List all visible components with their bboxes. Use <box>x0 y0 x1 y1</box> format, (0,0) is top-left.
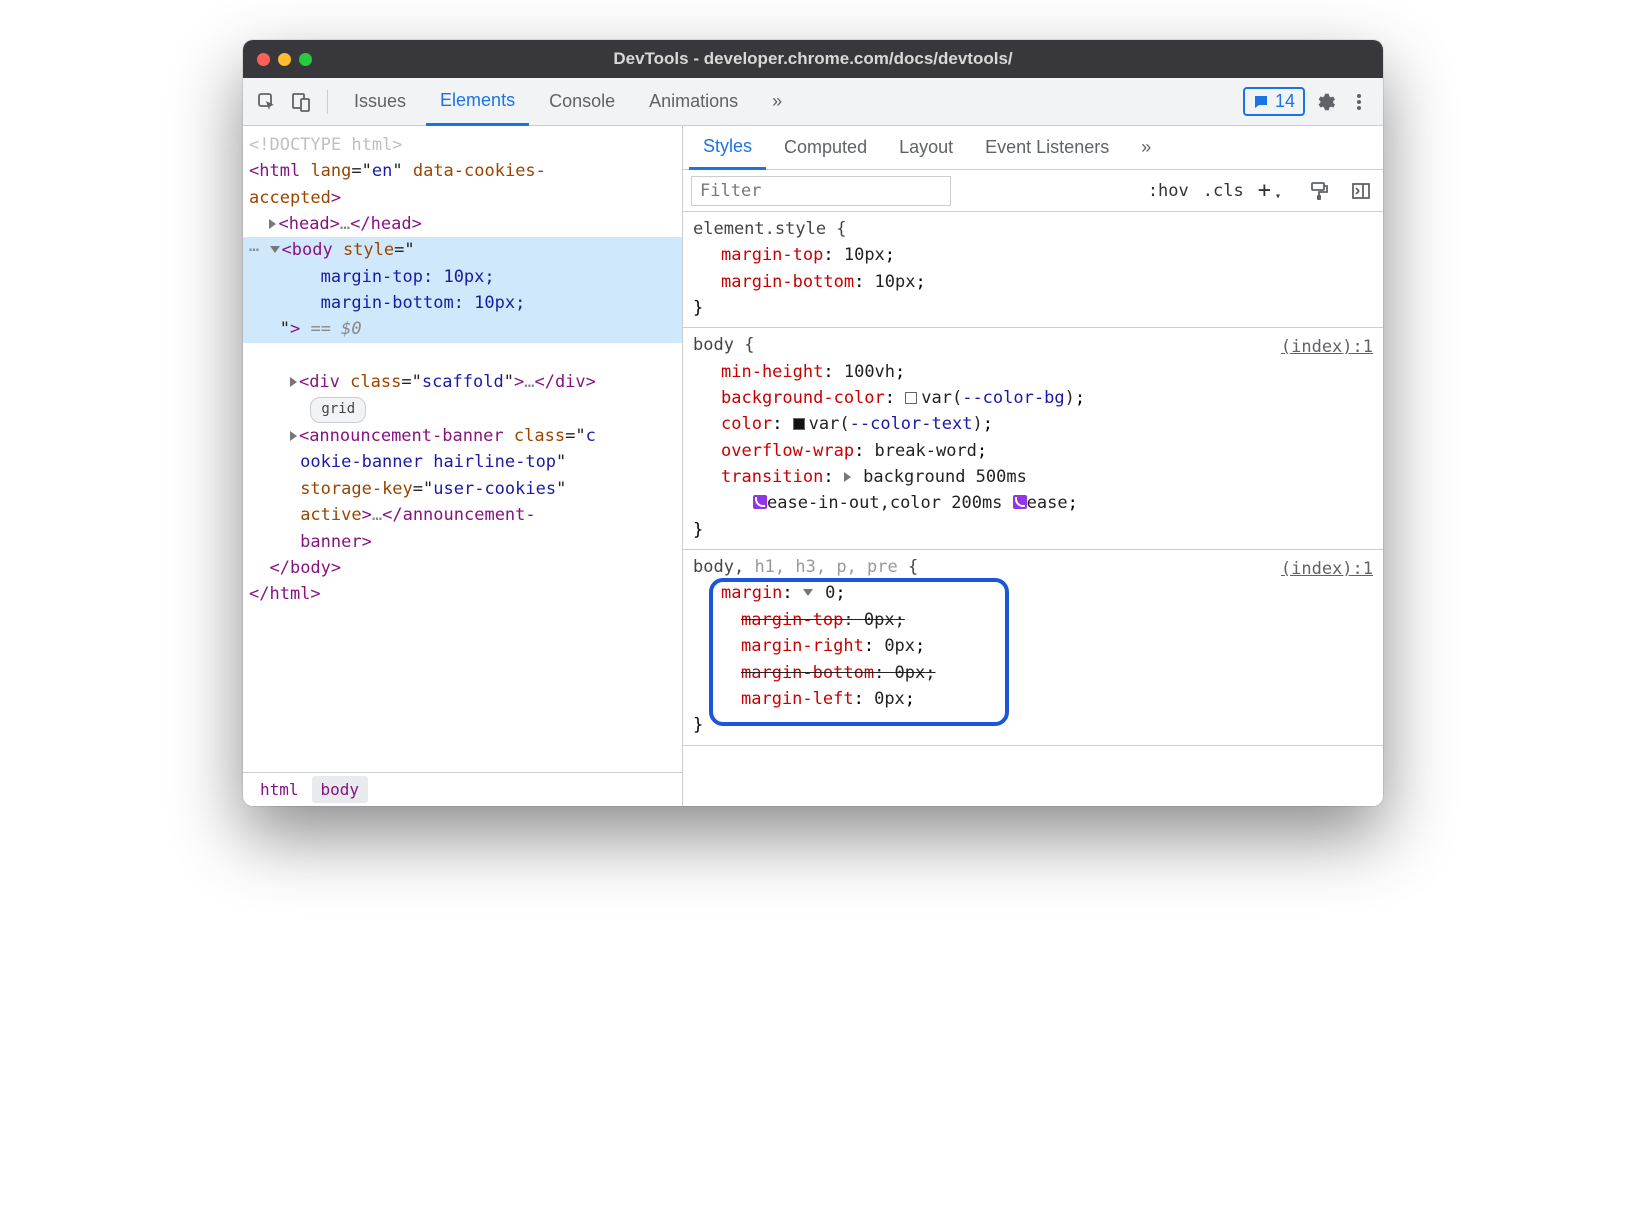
timing-icon[interactable] <box>753 495 767 509</box>
issues-count: 14 <box>1275 91 1295 112</box>
kebab-icon <box>1349 92 1369 112</box>
devtools-window: DevTools - developer.chrome.com/docs/dev… <box>243 40 1383 806</box>
styles-sub-tabs: Styles Computed Layout Event Listeners » <box>683 126 1383 170</box>
subtabs-overflow[interactable]: » <box>1127 126 1165 169</box>
announcement-banner-node[interactable]: <announcement-banner class="c ookie-bann… <box>249 426 596 551</box>
gear-icon <box>1314 91 1336 113</box>
computed-sidebar-toggle-icon[interactable] <box>1347 177 1375 205</box>
subtab-layout[interactable]: Layout <box>885 126 967 169</box>
tab-console[interactable]: Console <box>535 78 629 125</box>
css-rules-list: element.style { margin-top: 10px; margin… <box>683 212 1383 806</box>
grid-badge[interactable]: grid <box>310 397 366 423</box>
tab-animations[interactable]: Animations <box>635 78 752 125</box>
window-title: DevTools - developer.chrome.com/docs/dev… <box>243 49 1383 69</box>
color-swatch-icon[interactable] <box>793 418 805 430</box>
more-menu-button[interactable] <box>1345 88 1373 116</box>
subtab-styles[interactable]: Styles <box>689 127 766 170</box>
timing-icon[interactable] <box>1013 495 1027 509</box>
rule-source-link[interactable]: (index):1 <box>1281 334 1373 360</box>
dom-tree[interactable]: <!DOCTYPE html> <html lang="en" data-coo… <box>243 126 682 772</box>
new-rule-button[interactable]: + <box>1258 178 1271 203</box>
color-swatch-icon[interactable] <box>905 392 917 404</box>
titlebar: DevTools - developer.chrome.com/docs/dev… <box>243 40 1383 78</box>
breadcrumb: html body <box>243 772 682 806</box>
rule-source-link[interactable]: (index):1 <box>1281 556 1373 582</box>
doctype-line: <!DOCTYPE html> <box>249 135 403 155</box>
rule-body[interactable]: (index):1 body { min-height: 100vh; back… <box>683 328 1383 550</box>
issues-icon <box>1253 94 1269 110</box>
html-open[interactable]: <html lang="en" data-cookies- accepted> <box>249 161 546 207</box>
hov-toggle[interactable]: :hov <box>1148 181 1189 201</box>
tab-issues[interactable]: Issues <box>340 78 420 125</box>
head-node[interactable]: <head>…</head> <box>269 214 421 234</box>
crumb-body[interactable]: body <box>312 776 369 803</box>
paint-icon[interactable] <box>1305 177 1333 205</box>
settings-button[interactable] <box>1311 88 1339 116</box>
html-close: </html> <box>249 584 321 604</box>
rule-element-style[interactable]: element.style { margin-top: 10px; margin… <box>683 212 1383 328</box>
body-close: </body> <box>269 558 341 578</box>
inspect-icon[interactable] <box>253 88 281 116</box>
elements-panel: <!DOCTYPE html> <html lang="en" data-coo… <box>243 126 683 806</box>
subtab-computed[interactable]: Computed <box>770 126 881 169</box>
styles-filter-bar: :hov .cls + ▾ <box>683 170 1383 212</box>
cls-toggle[interactable]: .cls <box>1203 181 1244 201</box>
styles-filter-input[interactable] <box>691 176 951 206</box>
main-toolbar: Issues Elements Console Animations » 14 <box>243 78 1383 126</box>
subtab-event-listeners[interactable]: Event Listeners <box>971 126 1123 169</box>
div-node[interactable]: <div class="scaffold">…</div> <box>290 372 596 392</box>
styles-panel: Styles Computed Layout Event Listeners »… <box>683 126 1383 806</box>
tabs-overflow[interactable]: » <box>758 78 796 125</box>
device-toggle-icon[interactable] <box>287 88 315 116</box>
body-node-selected[interactable]: ⋯ <body style=" margin-top: 10px; margin… <box>243 237 682 342</box>
tab-elements[interactable]: Elements <box>426 79 529 126</box>
issues-badge[interactable]: 14 <box>1243 87 1305 116</box>
rule-body-group[interactable]: (index):1 body, h1, h3, p, pre { margin:… <box>683 550 1383 745</box>
crumb-html[interactable]: html <box>251 776 308 803</box>
